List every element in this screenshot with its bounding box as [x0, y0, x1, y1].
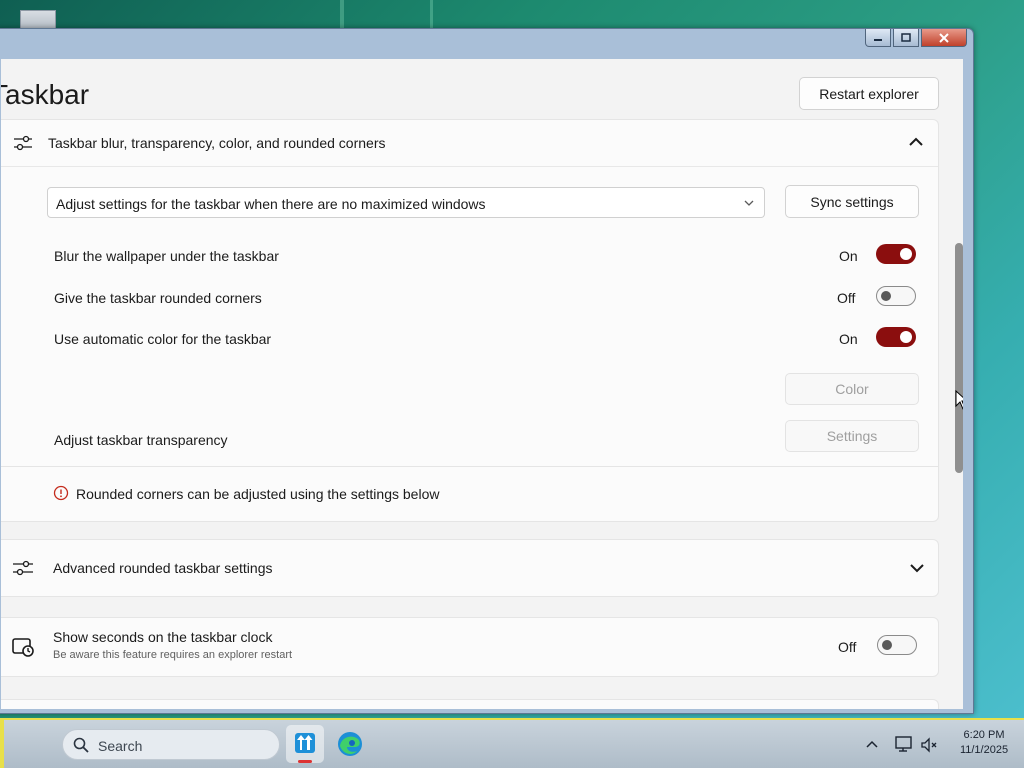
clock-time: 6:20 PM [963, 729, 1005, 741]
sliders-icon [14, 135, 32, 151]
auto-color-label: Use automatic color for the taskbar [54, 331, 272, 347]
sliders-icon [13, 560, 33, 576]
volume-icon[interactable] [920, 736, 940, 754]
window-mode-select[interactable]: Adjust settings for the taskbar when the… [47, 187, 765, 218]
blur-wallpaper-label: Blur the wallpaper under the taskbar [54, 248, 279, 264]
mouse-cursor-icon [955, 390, 963, 410]
taskbar: Search 6:20 PM 11/1/2025 [0, 718, 1024, 768]
blur-section-card: Taskbar blur, transparency, color, and r… [1, 119, 939, 521]
seconds-subtitle: Be aware this feature requires an explor… [53, 649, 293, 661]
clock-date: 11/1/2025 [959, 744, 1009, 756]
search-icon [73, 737, 89, 753]
blur-section-title: Taskbar blur, transparency, color, and r… [48, 135, 386, 151]
rounded-corners-label: Give the taskbar rounded corners [54, 290, 262, 306]
next-section-card [1, 699, 939, 709]
seconds-toggle[interactable] [877, 635, 917, 655]
rounded-corners-state: Off [837, 290, 856, 306]
auto-color-toggle[interactable] [876, 327, 916, 347]
minimize-icon [874, 38, 882, 41]
taskbar-app-tweaker[interactable] [286, 725, 324, 763]
seconds-state: Off [838, 639, 857, 655]
blur-section-header[interactable]: Taskbar blur, transparency, color, and r… [1, 120, 938, 167]
maximize-icon [901, 33, 911, 42]
taskbar-tweaker-icon [295, 733, 315, 753]
minimize-button[interactable] [865, 29, 891, 47]
window-client-area: Taskbar Restart explorer Taskbar blur, t… [1, 59, 963, 709]
chevron-up-icon[interactable] [906, 132, 926, 152]
info-text: Rounded corners can be adjusted using th… [76, 486, 440, 502]
maximize-button[interactable] [893, 29, 919, 47]
rounded-corners-toggle[interactable] [876, 286, 916, 306]
blur-wallpaper-state: On [839, 248, 858, 264]
seconds-title: Show seconds on the taskbar clock [53, 629, 273, 645]
chevron-down-icon[interactable] [907, 558, 927, 578]
chevron-up-icon[interactable] [864, 737, 880, 751]
clock-icon [12, 638, 34, 657]
taskbar-clock[interactable]: 6:20 PM 11/1/2025 [946, 728, 1022, 758]
chevron-down-icon [744, 200, 754, 206]
network-icon[interactable] [894, 735, 914, 753]
window-mode-select-value: Adjust settings for the taskbar when the… [56, 196, 486, 212]
settings-window: Taskbar Restart explorer Taskbar blur, t… [0, 28, 974, 714]
auto-color-state: On [839, 331, 858, 347]
close-button[interactable] [921, 29, 967, 47]
edge-icon[interactable] [336, 730, 364, 758]
search-placeholder: Search [98, 738, 143, 754]
close-icon [939, 32, 949, 43]
scrollbar-thumb[interactable] [955, 243, 963, 473]
blur-wallpaper-toggle[interactable] [876, 244, 916, 264]
sync-settings-button[interactable]: Sync settings [785, 185, 919, 218]
wallpaper-streak [430, 0, 433, 28]
active-app-indicator [298, 760, 312, 763]
transparency-label: Adjust taskbar transparency [54, 432, 228, 448]
advanced-section-title: Advanced rounded taskbar settings [53, 560, 273, 576]
taskbar-search[interactable]: Search [62, 729, 280, 760]
seconds-section-card [1, 617, 939, 677]
page-title: Taskbar [1, 79, 90, 110]
restart-explorer-button[interactable]: Restart explorer [799, 77, 939, 110]
info-icon [53, 485, 69, 501]
transparency-settings-button[interactable]: Settings [785, 420, 919, 452]
color-button[interactable]: Color [785, 373, 919, 405]
window-controls [865, 29, 967, 47]
wallpaper-streak [340, 0, 344, 28]
